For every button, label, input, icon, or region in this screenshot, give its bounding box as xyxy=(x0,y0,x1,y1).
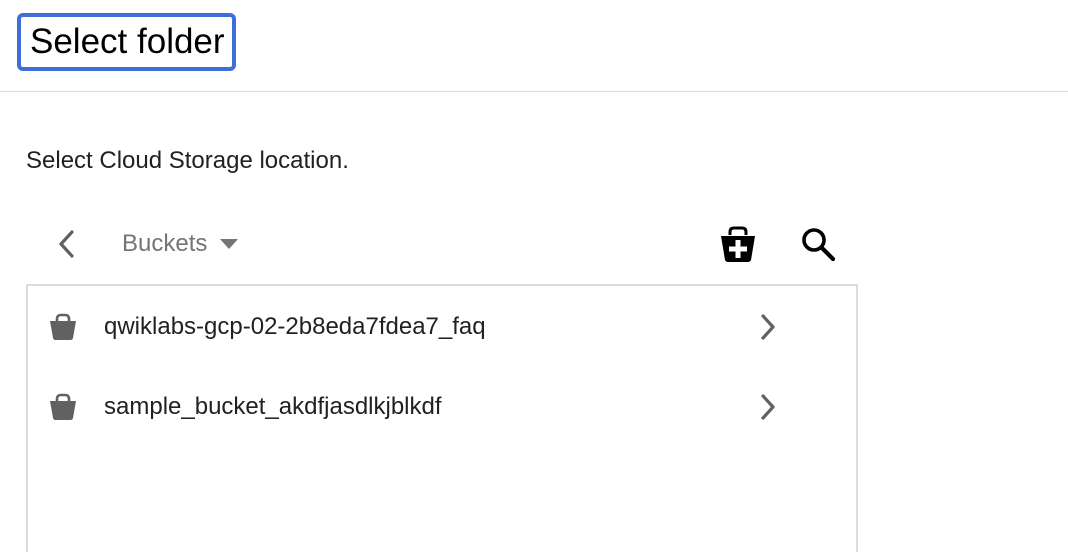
bucket-icon xyxy=(48,312,78,342)
bucket-plus-icon xyxy=(721,226,755,262)
list-item[interactable]: sample_bucket_akdfjasdlkjblkdf xyxy=(28,368,856,448)
chevron-right-icon[interactable] xyxy=(752,390,784,424)
create-bucket-button[interactable] xyxy=(714,222,762,266)
list-item[interactable]: qwiklabs-gcp-02-2b8eda7fdea7_faq xyxy=(28,288,856,368)
bucket-list: qwiklabs-gcp-02-2b8eda7fdea7_faq sample_… xyxy=(26,284,858,552)
dialog-header: Select folder xyxy=(0,0,1068,92)
chevron-right-icon[interactable] xyxy=(752,310,784,344)
breadcrumb-dropdown[interactable]: Buckets xyxy=(122,227,239,261)
back-button[interactable] xyxy=(46,224,86,264)
dialog-title: Select folder xyxy=(17,13,236,71)
browser-toolbar: Buckets xyxy=(26,214,858,274)
search-icon xyxy=(802,228,836,262)
search-button[interactable] xyxy=(794,222,842,266)
select-folder-dialog: Select folder Select Cloud Storage locat… xyxy=(0,0,1068,552)
caret-down-icon xyxy=(219,238,239,250)
bucket-name: sample_bucket_akdfjasdlkjblkdf xyxy=(104,393,442,420)
chevron-left-icon xyxy=(59,230,74,258)
bucket-icon xyxy=(48,392,78,422)
bucket-name: qwiklabs-gcp-02-2b8eda7fdea7_faq xyxy=(104,313,486,340)
dialog-subtitle: Select Cloud Storage location. xyxy=(26,147,349,174)
breadcrumb-label: Buckets xyxy=(122,230,208,257)
